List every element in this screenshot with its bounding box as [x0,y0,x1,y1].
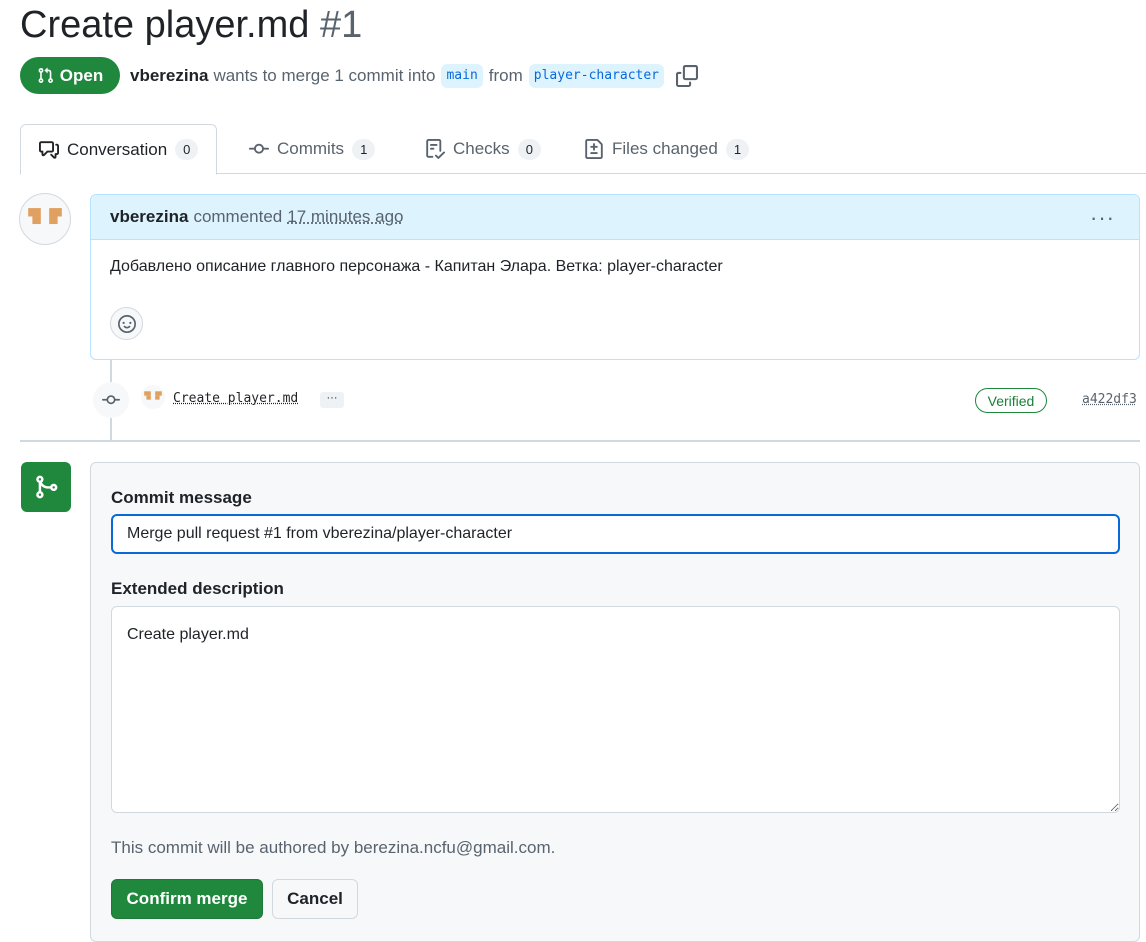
comment-discussion-icon [39,140,59,159]
extended-description-textarea[interactable]: Create player.md [111,606,1120,813]
comment-time[interactable]: 17 minutes ago [287,207,403,227]
commit-expand-button[interactable]: ··· [320,392,344,408]
comment-body: Добавлено описание главного персонажа - … [110,258,723,275]
tab-files-changed[interactable]: Files changed 1 [584,124,750,174]
git-merge-icon [21,462,71,512]
tab-counter: 1 [352,138,376,160]
tab-label: Checks [453,139,510,158]
pr-state-badge: Open [20,57,120,94]
avatar[interactable] [19,193,71,245]
commit-message-label: Commit message [111,488,252,507]
verified-badge[interactable]: Verified [975,388,1047,413]
pr-state-label: Open [59,65,104,85]
comment-header: vberezina commented 17 minutes ago ··· [91,195,1139,240]
git-pull-request-icon [38,67,53,83]
base-branch[interactable]: main [441,64,483,88]
comment-action: commented [193,207,283,226]
tab-counter: 1 [725,138,750,160]
comment-box: vberezina commented 17 minutes ago ··· Д… [90,194,1140,360]
identicon-icon [144,391,162,400]
comment-author[interactable]: vberezina [110,207,188,227]
pr-meta: vberezina wants to merge 1 commit into m… [130,62,699,90]
cancel-button[interactable]: Cancel [272,879,358,919]
divider [20,440,1140,442]
tab-label: Commits [277,139,345,158]
from-text: from [488,66,523,85]
tab-label: Conversation [67,139,168,159]
tab-commits[interactable]: Commits 1 [249,124,376,174]
pr-title: Create player.md #1 [20,2,362,48]
commit-avatar[interactable] [141,385,165,409]
author-note: This commit will be authored by berezina… [111,838,556,857]
tab-counter: 0 [175,139,199,160]
identicon-icon [28,208,62,225]
pr-author-link[interactable]: vberezina [130,66,208,86]
tab-checks[interactable]: Checks 0 [425,124,541,174]
pr-title-text: Create player.md [20,4,310,46]
merge-form: Commit message Extended description Crea… [90,462,1140,942]
git-commit-icon [102,395,120,405]
pr-tabs: Conversation 0 Commits 1 Checks 0 Files … [20,124,1146,175]
tab-counter: 0 [517,138,541,160]
commit-node [93,382,129,418]
pr-number: #1 [319,4,363,46]
extended-description-label: Extended description [111,579,284,598]
confirm-merge-button[interactable]: Confirm merge [111,879,263,919]
smiley-icon [117,314,136,333]
commit-message-link[interactable]: Create player.md [173,391,298,406]
tab-label: Files changed [612,139,718,158]
checklist-icon [426,139,445,159]
commit-sha-link[interactable]: a422df3 [1082,392,1137,407]
git-commit-icon [249,143,269,154]
kebab-menu-icon[interactable]: ··· [1090,205,1115,231]
file-diff-icon [585,139,603,159]
copy-icon[interactable] [676,65,699,87]
add-reaction-button[interactable] [110,307,143,340]
commit-message-input[interactable] [111,514,1120,554]
head-branch[interactable]: player-character [528,64,665,88]
merge-text: wants to merge 1 commit into [213,66,436,85]
tab-conversation[interactable]: Conversation 0 [20,124,218,175]
